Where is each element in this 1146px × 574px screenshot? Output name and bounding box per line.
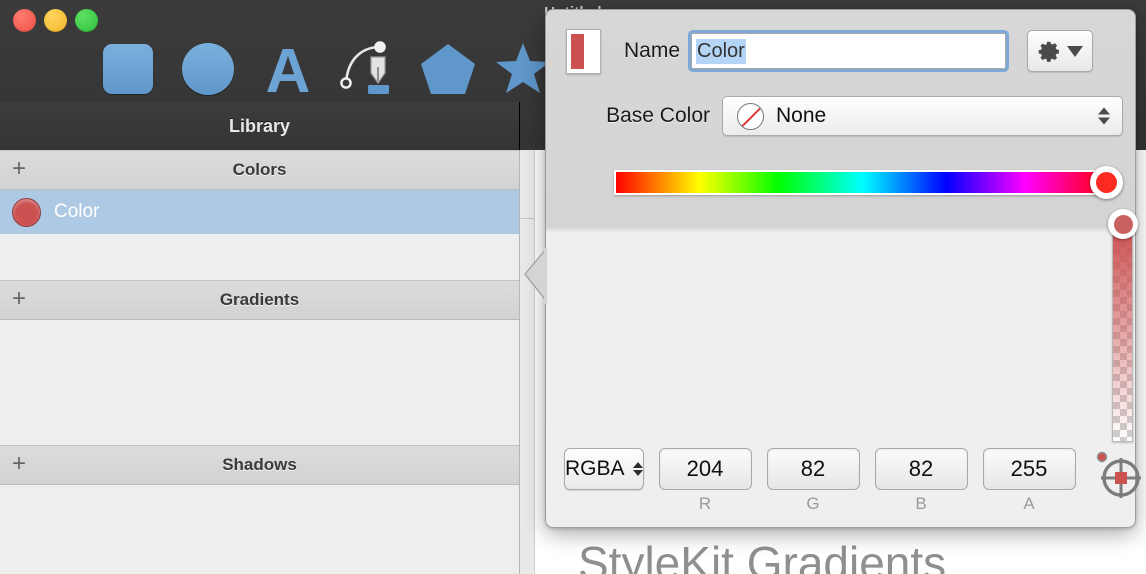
popover-arrow [524,248,547,304]
add-gradient-button[interactable]: + [9,287,29,311]
alpha-slider-knob[interactable] [1108,209,1138,239]
pentagon-icon [419,38,477,100]
minimize-button[interactable] [44,9,67,32]
chevron-down-icon [1098,117,1110,125]
hue-slider-track[interactable] [614,170,1111,195]
bezier-pen-icon [338,38,398,100]
channel-b-value: 82 [908,456,934,481]
star-icon [494,38,552,100]
gear-icon [1038,41,1059,62]
section-body-shadows [0,485,519,545]
channel-g-label: G [806,494,820,513]
chevron-down-icon [632,470,643,476]
color-editor-popover: Name Color Base Color None RGBA 204 R 82… [524,9,1141,528]
channel-r-input[interactable]: 204 [658,448,752,490]
chevron-up-icon [632,462,643,468]
channel-r-label: R [698,494,712,513]
color-mode-value: RGBA [565,457,625,480]
list-item-label: Color [54,201,100,222]
hue-slider[interactable] [614,166,1123,199]
section-body-gradients [0,320,519,445]
chevron-up-icon [1098,107,1110,115]
channel-g-input[interactable]: 82 [766,448,860,490]
base-color-stepper[interactable] [1098,107,1110,125]
channel-r: 204 R [658,448,752,514]
alpha-slider[interactable] [1108,209,1138,444]
list-item-color[interactable]: Color [0,190,519,234]
library-panel: Library + Colors Color + Gradients + Sha… [0,102,520,574]
none-slash-icon [737,102,764,130]
name-row: Name Color [546,27,1135,75]
canvas-ruler-gutter [520,150,535,574]
color-swatch-dot [12,197,41,227]
channel-a-value: 255 [1010,456,1048,481]
channel-b: 82 B [874,448,968,514]
rounded-rect-icon [103,38,153,100]
traffic-lights [13,9,98,32]
channel-a-input[interactable]: 255 [982,448,1076,490]
name-input-value: Color [696,38,746,64]
section-title-gradients: Gradients [219,290,300,309]
color-mode-select[interactable]: RGBA [564,448,644,490]
color-preview-swatch[interactable] [566,28,601,74]
close-button[interactable] [13,9,36,32]
section-header-colors: + Colors [0,150,519,190]
base-color-select[interactable]: None [722,96,1123,136]
section-body-colors: Color [0,190,519,280]
channel-controls: RGBA 204 R 82 G 82 B 255 A [546,448,1141,527]
channel-a: 255 A [982,448,1076,514]
base-color-row: Base Color None [546,95,1135,137]
channel-g-value: 82 [800,456,826,481]
hue-slider-knob[interactable] [1090,166,1123,199]
name-label: Name [624,39,681,62]
name-input[interactable]: Color [691,33,1007,69]
canvas-heading: StyleKit Gradients [578,537,947,574]
channel-a-label: A [1023,494,1035,513]
section-header-gradients: + Gradients [0,280,519,320]
section-title-colors: Colors [232,160,287,179]
text-a-icon: A [260,38,316,100]
base-color-label: Base Color [606,104,710,127]
channel-g: 82 G [766,448,860,514]
zoom-button[interactable] [75,9,98,32]
library-header: Library [0,102,520,150]
color-mode-stepper[interactable] [632,462,643,476]
channel-b-label: B [915,494,927,513]
eyedropper-button[interactable] [1092,448,1144,500]
oval-icon [182,38,234,100]
color-picker-target-icon [1096,451,1141,498]
add-shadow-button[interactable]: + [9,452,29,476]
alpha-slider-track[interactable] [1112,226,1133,442]
section-title-shadows: Shadows [222,455,297,474]
svg-text:A: A [266,40,311,98]
channel-b-input[interactable]: 82 [874,448,968,490]
app-root: Untitled Rect Oval [0,0,1146,574]
add-color-button[interactable]: + [9,157,29,181]
settings-menu-button[interactable] [1027,30,1094,72]
base-color-value: None [776,104,827,127]
channel-r-value: 204 [686,456,724,481]
section-header-shadows: + Shadows [0,445,519,485]
chevron-down-icon [1067,45,1084,57]
